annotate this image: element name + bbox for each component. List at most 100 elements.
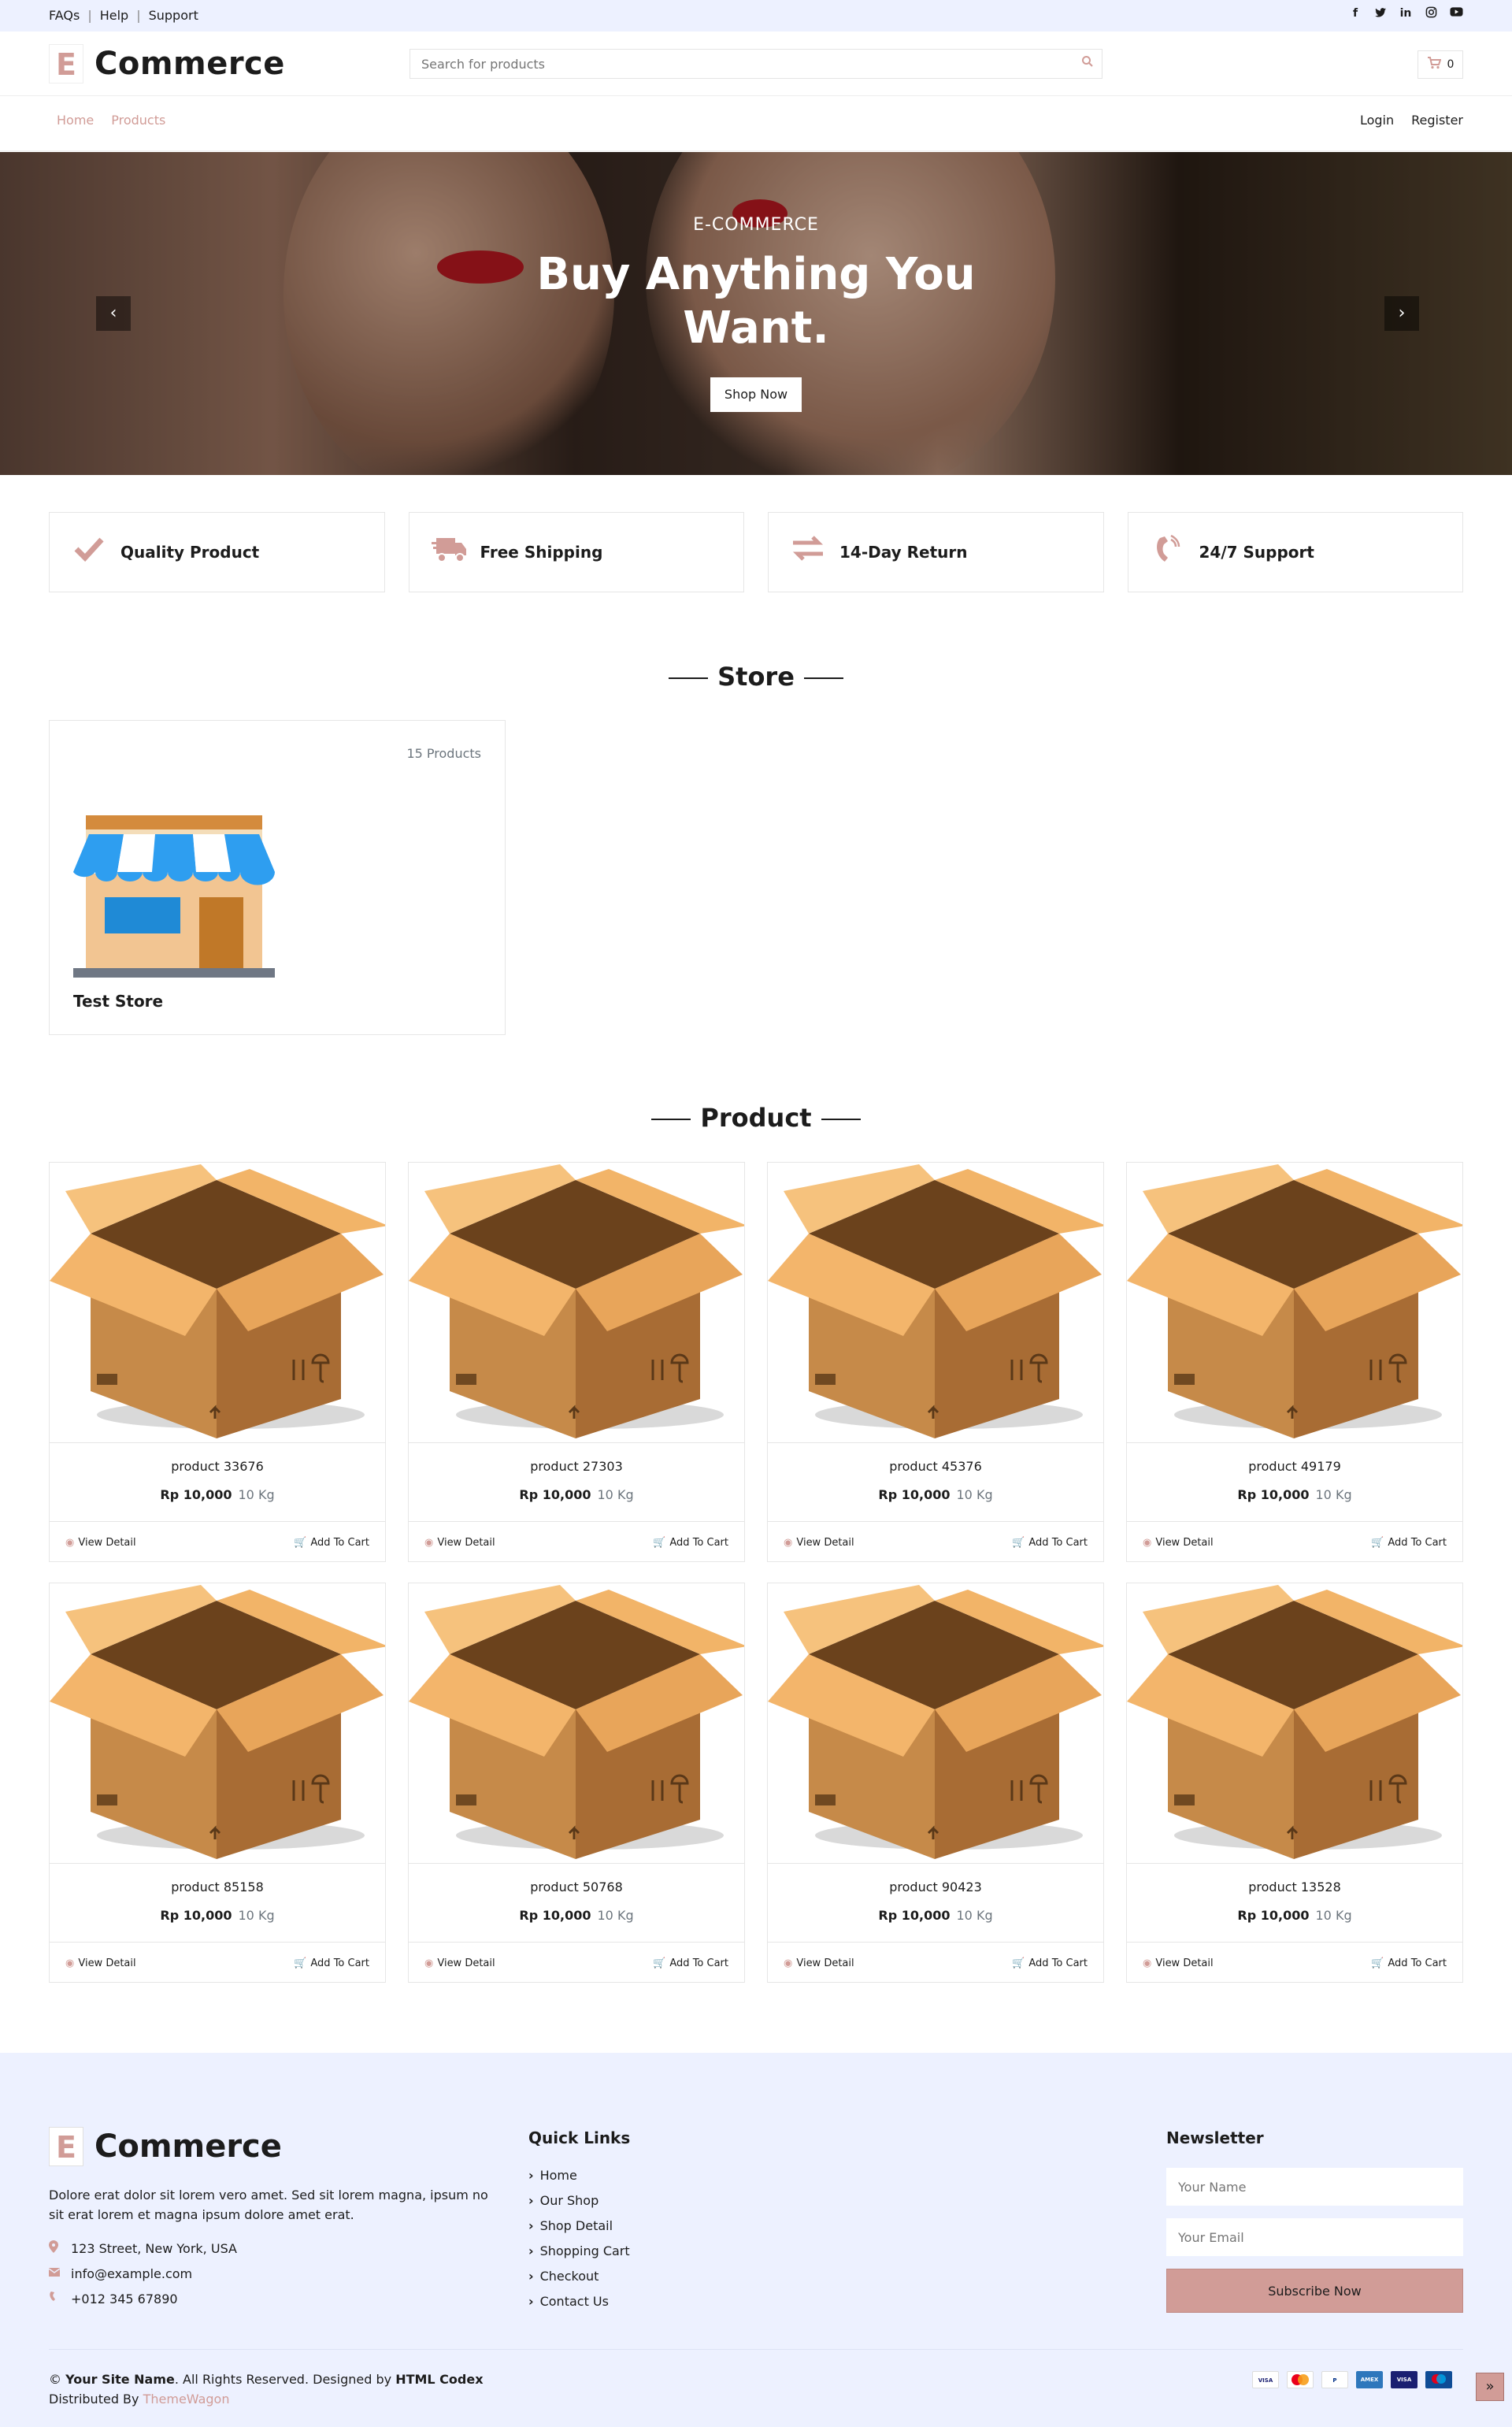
product-name[interactable]: product 13528 <box>1127 1880 1462 1894</box>
support-link[interactable]: Support <box>149 8 198 23</box>
quick-link-item[interactable]: › Shopping Cart <box>528 2239 630 2264</box>
chevron-right-icon: › <box>528 2193 534 2208</box>
product-name[interactable]: product 33676 <box>50 1459 385 1474</box>
product-card[interactable]: product 49179 Rp 10,000 10 Kg ◉ View Detail 🛒… <box>1126 1162 1463 1562</box>
quick-link-item[interactable]: › Home <box>528 2163 630 2188</box>
store-card[interactable]: 15 Products Test Store <box>49 720 506 1035</box>
twitter-icon[interactable] <box>1373 6 1388 20</box>
view-detail-button[interactable]: ◉ View Detail <box>784 1537 854 1549</box>
logo[interactable]: E Commerce <box>49 44 285 83</box>
product-card[interactable]: product 33676 Rp 10,000 10 Kg ◉ View Detail 🛒… <box>49 1162 386 1562</box>
footer-email[interactable]: info@example.com <box>71 2266 192 2281</box>
view-detail-button[interactable]: ◉ View Detail <box>65 1958 136 1969</box>
store-product-count: 15 Products <box>406 746 481 761</box>
view-detail-button[interactable]: ◉ View Detail <box>1143 1537 1214 1549</box>
product-card[interactable]: product 90423 Rp 10,000 10 Kg ◉ View Detail 🛒… <box>767 1583 1104 1983</box>
search-icon[interactable] <box>1073 50 1102 78</box>
add-to-cart-button[interactable]: 🛒 Add To Cart <box>294 1958 369 1969</box>
product-weight: 10 Kg <box>597 1487 634 1502</box>
view-detail-label: View Detail <box>796 1958 854 1969</box>
add-to-cart-button[interactable]: 🛒 Add To Cart <box>1012 1537 1088 1549</box>
view-detail-button[interactable]: ◉ View Detail <box>424 1537 495 1549</box>
product-name[interactable]: product 85158 <box>50 1880 385 1894</box>
quick-link-item[interactable]: › Contact Us <box>528 2289 630 2314</box>
view-detail-button[interactable]: ◉ View Detail <box>784 1958 854 1969</box>
quick-link-item[interactable]: › Shop Detail <box>528 2214 630 2239</box>
product-card[interactable]: product 45376 Rp 10,000 10 Kg ◉ View Detail 🛒… <box>767 1162 1104 1562</box>
eye-icon: ◉ <box>784 1537 793 1549</box>
product-image[interactable] <box>409 1583 744 1864</box>
help-link[interactable]: Help <box>100 8 128 23</box>
cart-button[interactable]: 0 <box>1418 50 1463 79</box>
nav-products-link[interactable]: Products <box>111 113 165 128</box>
chevron-right-icon: › <box>528 2269 534 2284</box>
product-name[interactable]: product 50768 <box>409 1880 744 1894</box>
product-actions: ◉ View Detail 🛒 Add To Cart <box>409 1942 744 1983</box>
add-to-cart-button[interactable]: 🛒 Add To Cart <box>294 1537 369 1549</box>
newsletter-name-input[interactable] <box>1166 2168 1463 2206</box>
shop-now-button[interactable]: Shop Now <box>710 377 802 412</box>
footer-description: Dolore erat dolor sit lorem vero amet. S… <box>49 2188 488 2222</box>
view-detail-button[interactable]: ◉ View Detail <box>1143 1958 1214 1969</box>
quick-link-label: Our Shop <box>539 2193 599 2208</box>
view-detail-button[interactable]: ◉ View Detail <box>424 1958 495 1969</box>
view-detail-button[interactable]: ◉ View Detail <box>65 1537 136 1549</box>
linkedin-icon[interactable]: in <box>1399 6 1413 20</box>
facebook-icon[interactable]: f <box>1348 6 1362 20</box>
distributor-link[interactable]: ThemeWagon <box>143 2392 230 2407</box>
add-to-cart-button[interactable]: 🛒 Add To Cart <box>653 1537 728 1549</box>
subscribe-button[interactable]: Subscribe Now <box>1166 2269 1463 2313</box>
carousel-prev-icon[interactable]: ‹ <box>96 296 131 331</box>
product-image[interactable] <box>1127 1163 1462 1443</box>
product-name[interactable]: product 90423 <box>768 1880 1103 1894</box>
product-image[interactable] <box>409 1163 744 1443</box>
product-title-text: Product <box>700 1103 812 1133</box>
product-image[interactable] <box>50 1163 385 1443</box>
add-to-cart-label: Add To Cart <box>310 1537 369 1549</box>
quick-link-item[interactable]: › Checkout <box>528 2264 630 2289</box>
carousel-next-icon[interactable]: › <box>1384 296 1419 331</box>
product-name[interactable]: product 27303 <box>409 1459 744 1474</box>
add-to-cart-button[interactable]: 🛒 Add To Cart <box>653 1958 728 1969</box>
product-name[interactable]: product 49179 <box>1127 1459 1462 1474</box>
view-detail-label: View Detail <box>1155 1537 1214 1549</box>
logo-name: Commerce <box>94 46 285 82</box>
designer-link[interactable]: HTML Codex <box>395 2372 483 2387</box>
product-image[interactable] <box>768 1583 1103 1864</box>
nav-home-link[interactable]: Home <box>57 113 94 128</box>
register-link[interactable]: Register <box>1411 113 1463 128</box>
add-to-cart-button[interactable]: 🛒 Add To Cart <box>1371 1537 1447 1549</box>
site-name-link[interactable]: Your Site Name <box>65 2372 175 2387</box>
rights-text: . All Rights Reserved. Designed by <box>174 2372 392 2387</box>
cart-count: 0 <box>1447 58 1455 71</box>
hero-subtitle: E-COMMERCE <box>693 215 819 235</box>
product-card[interactable]: product 85158 Rp 10,000 10 Kg ◉ View Detail 🛒… <box>49 1583 386 1983</box>
product-price: Rp 10,000 <box>878 1908 951 1923</box>
add-to-cart-button[interactable]: 🛒 Add To Cart <box>1371 1958 1447 1969</box>
product-card[interactable]: product 13528 Rp 10,000 10 Kg ◉ View Detail 🛒… <box>1126 1583 1463 1983</box>
product-name[interactable]: product 45376 <box>768 1459 1103 1474</box>
footer-logo[interactable]: E Commerce <box>49 2127 282 2166</box>
cart-icon: 🛒 <box>653 1958 666 1969</box>
feature-label: Free Shipping <box>480 543 603 562</box>
cart-icon: 🛒 <box>653 1537 666 1549</box>
product-image[interactable] <box>1127 1583 1462 1864</box>
back-to-top-icon[interactable]: » <box>1476 2373 1504 2401</box>
features-row: Quality Product Free Shipping 14-Day Ret… <box>49 512 1463 592</box>
product-image[interactable] <box>768 1163 1103 1443</box>
youtube-icon[interactable] <box>1449 6 1463 20</box>
add-to-cart-button[interactable]: 🛒 Add To Cart <box>1012 1958 1088 1969</box>
view-detail-label: View Detail <box>78 1958 136 1969</box>
quick-link-item[interactable]: › Our Shop <box>528 2188 630 2214</box>
search-input[interactable] <box>410 50 1073 78</box>
product-price-row: Rp 10,000 10 Kg <box>50 1487 385 1502</box>
product-card[interactable]: product 27303 Rp 10,000 10 Kg ◉ View Detail 🛒… <box>408 1162 745 1562</box>
chevron-right-icon: › <box>528 2168 534 2183</box>
cart-icon: 🛒 <box>1012 1958 1025 1969</box>
product-card[interactable]: product 50768 Rp 10,000 10 Kg ◉ View Detail 🛒… <box>408 1583 745 1983</box>
product-image[interactable] <box>50 1583 385 1864</box>
instagram-icon[interactable] <box>1424 6 1438 20</box>
newsletter-email-input[interactable] <box>1166 2218 1463 2256</box>
faqs-link[interactable]: FAQs <box>49 8 80 23</box>
login-link[interactable]: Login <box>1360 113 1394 128</box>
